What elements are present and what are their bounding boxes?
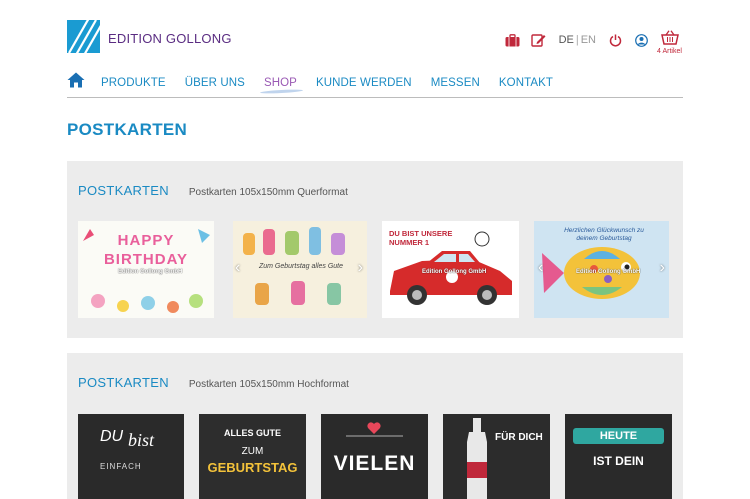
watermark: Edition Gollong GmbH — [118, 269, 183, 275]
watermark: Edition Gollong GmbH — [576, 269, 641, 275]
logo-mark-icon — [67, 20, 100, 53]
section-subtitle: Postkarten 105x150mm Hochformat — [188, 379, 349, 390]
main-nav: PRODUKTE ÜBER UNS SHOP KUNDE WERDEN MESS… — [67, 70, 683, 98]
card-text: VIELEN — [333, 452, 416, 475]
card-text: ZUM — [241, 446, 264, 457]
section-subtitle: Postkarten 105x150mm Querformat — [188, 187, 348, 198]
category-section-querformat: POSTKARTEN Postkarten 105x150mm Querform… — [67, 161, 683, 338]
power-icon[interactable] — [609, 34, 622, 47]
nav-shop[interactable]: SHOP — [264, 77, 297, 89]
lang-de[interactable]: DE — [559, 34, 574, 46]
product-card[interactable]: HEUTE IST DEIN — [565, 414, 672, 499]
nav-produkte[interactable]: PRODUKTE — [101, 77, 166, 89]
card-text: FÜR DICH — [495, 432, 543, 443]
lang-en[interactable]: EN — [581, 34, 596, 46]
card-text: ALLES GUTE — [223, 428, 281, 438]
card-text: DU BIST UNSERE NUMMER 1 — [389, 229, 453, 247]
product-card[interactable]: DU BIST UNSERE NUMMER 1 Edition Gollong … — [382, 221, 519, 318]
nav-messen[interactable]: MESSEN — [431, 77, 480, 89]
section-title[interactable]: POSTKARTEN — [78, 183, 169, 198]
section-title[interactable]: POSTKARTEN — [78, 375, 169, 390]
product-card[interactable]: DU bist EINFACH — [78, 414, 184, 499]
language-switch: DE | EN — [559, 34, 596, 46]
section-header: POSTKARTEN Postkarten 105x150mm Hochform… — [78, 375, 349, 390]
header-tools: DE | EN 4 Artikel — [494, 30, 683, 55]
product-card[interactable]: Herzlichen Glückwunsch zu deinem Geburts… — [534, 221, 669, 318]
card-text: HAPPY BIRTHDAY — [103, 232, 189, 268]
chevron-right-icon[interactable]: › — [358, 259, 363, 277]
logo[interactable]: EDITION GOLLONG — [67, 20, 232, 53]
page-title: POSTKARTEN — [67, 120, 188, 139]
nav-kontakt[interactable]: KONTAKT — [499, 77, 553, 89]
product-card[interactable]: FÜR DICH — [443, 414, 550, 499]
nav-kunde-werden[interactable]: KUNDE WERDEN — [316, 77, 412, 89]
card-text: HEUTE — [599, 430, 638, 442]
card-text: EINFACH — [100, 462, 142, 471]
product-card[interactable]: Zum Geburtstag alles Gute ‹ › — [233, 221, 367, 318]
nav-ueber-uns[interactable]: ÜBER UNS — [185, 77, 245, 89]
cart-button[interactable]: 4 Artikel — [657, 30, 683, 55]
basket-icon — [661, 30, 679, 49]
card-text: GEBURTSTAG — [207, 460, 298, 475]
card-text: Herzlichen Glückwunsch zu deinem Geburts… — [564, 227, 644, 242]
card-text: IST DEIN — [593, 454, 644, 468]
site-header: EDITION GOLLONG DE | EN 4 Artikel — [67, 20, 683, 55]
category-section-hochformat: POSTKARTEN Postkarten 105x150mm Hochform… — [67, 353, 683, 499]
card-text: Zum Geburtstag alles Gute — [258, 263, 344, 270]
product-card[interactable]: VIELEN — [321, 414, 428, 499]
chevron-left-icon[interactable]: ‹ — [235, 259, 240, 277]
edit-icon[interactable] — [530, 33, 546, 47]
card-text: bist — [128, 430, 155, 450]
chevron-left-icon[interactable]: ‹ — [538, 259, 543, 277]
brand-name: EDITION GOLLONG — [108, 30, 232, 46]
heart-icon — [346, 422, 403, 437]
user-icon[interactable] — [635, 33, 648, 47]
card-text: DU — [100, 428, 124, 445]
product-card[interactable]: HAPPY BIRTHDAY Edition Gollong GmbH — [78, 221, 214, 318]
briefcase-icon[interactable] — [505, 33, 520, 47]
product-card[interactable]: ALLES GUTE ZUM GEBURTSTAG — [199, 414, 306, 499]
section-header: POSTKARTEN Postkarten 105x150mm Querform… — [78, 183, 348, 198]
cart-count: 4 Artikel — [657, 48, 682, 55]
lang-separator: | — [575, 34, 579, 46]
home-icon[interactable] — [67, 72, 85, 90]
bottle-icon — [467, 418, 487, 499]
watermark: Edition Gollong GmbH — [422, 269, 487, 275]
chevron-right-icon[interactable]: › — [660, 259, 665, 277]
